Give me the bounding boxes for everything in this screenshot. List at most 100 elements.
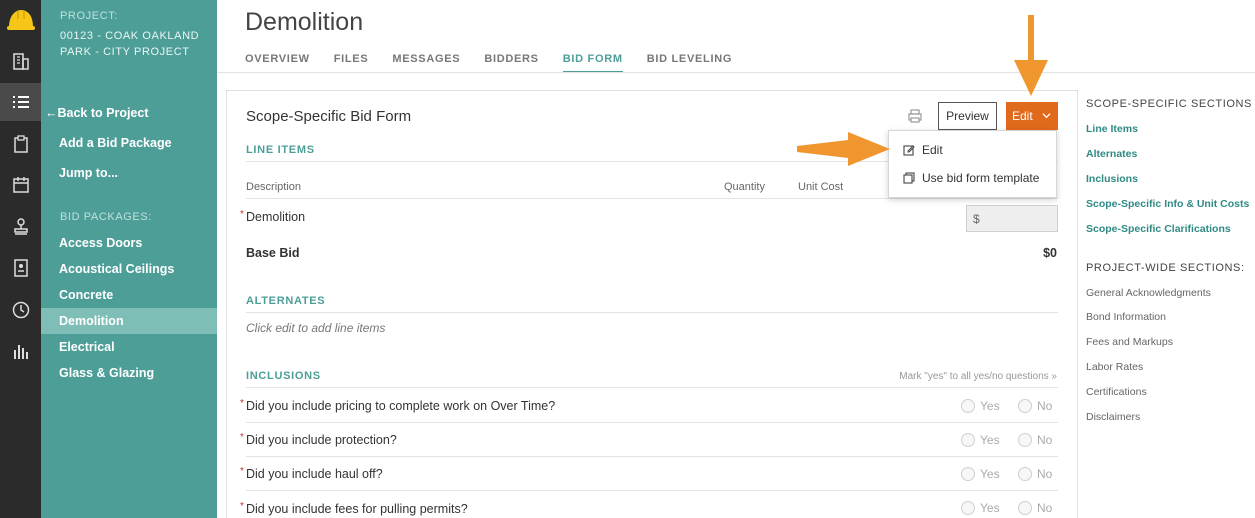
rail-reports[interactable] bbox=[0, 332, 41, 370]
project-name: 00123 - COAK OAKLAND PARK - CITY PROJECT bbox=[60, 30, 200, 58]
no-radio[interactable]: No bbox=[1018, 467, 1052, 481]
preview-button[interactable]: Preview bbox=[938, 102, 997, 130]
yes-radio[interactable]: Yes bbox=[961, 467, 1000, 481]
bid-packages-label: BID PACKAGES: bbox=[60, 211, 152, 223]
base-bid-value: $0 bbox=[1043, 246, 1057, 260]
chevron-down-icon bbox=[1042, 113, 1051, 119]
toc-link-scope-clarifications[interactable]: Scope-Specific Clarifications bbox=[1086, 223, 1231, 235]
rail-approvals[interactable] bbox=[0, 208, 41, 246]
toc-link-scope-info[interactable]: Scope-Specific Info & Unit Costs bbox=[1086, 198, 1249, 210]
mark-all-yes-link[interactable]: Mark "yes" to all yes/no questions » bbox=[899, 371, 1057, 382]
clock-icon bbox=[12, 301, 29, 319]
project-sections-heading: PROJECT-WIDE SECTIONS: bbox=[1086, 262, 1245, 274]
edit-pencil-icon bbox=[903, 145, 915, 156]
back-arrow-icon: ← bbox=[45, 106, 58, 120]
radio-circle bbox=[961, 433, 975, 447]
no-label: No bbox=[1037, 399, 1053, 413]
edit-button-label: Edit bbox=[1012, 109, 1033, 123]
radio-circle bbox=[1018, 501, 1032, 515]
tab-bar: OVERVIEW FILES MESSAGES BIDDERS BID FORM… bbox=[245, 53, 756, 73]
column-divider bbox=[246, 198, 1058, 199]
list-icon bbox=[12, 96, 29, 108]
row-divider bbox=[246, 422, 1058, 423]
menu-item-use-template[interactable]: Use bid form template bbox=[903, 171, 1039, 185]
bid-form-title: Scope-Specific Bid Form bbox=[246, 108, 412, 125]
toc-link-bond-info[interactable]: Bond Information bbox=[1086, 311, 1166, 323]
no-radio[interactable]: No bbox=[1018, 399, 1052, 413]
bid-package-item[interactable]: Acoustical Ceilings bbox=[41, 256, 217, 282]
yes-label: Yes bbox=[980, 501, 1000, 515]
inclusion-question: Did you include protection? bbox=[246, 433, 397, 447]
toc-link-inclusions[interactable]: Inclusions bbox=[1086, 173, 1138, 185]
yes-radio[interactable]: Yes bbox=[961, 501, 1000, 515]
address-book-icon bbox=[13, 259, 28, 277]
yes-label: Yes bbox=[980, 399, 1000, 413]
rail-buildings[interactable] bbox=[0, 42, 41, 80]
copy-template-icon bbox=[903, 172, 915, 184]
bid-package-item[interactable]: Access Doors bbox=[41, 230, 217, 256]
yes-radio[interactable]: Yes bbox=[961, 399, 1000, 413]
tab-overview[interactable]: OVERVIEW bbox=[245, 53, 310, 73]
tab-messages[interactable]: MESSAGES bbox=[392, 53, 460, 73]
rail-clipboard[interactable] bbox=[0, 125, 41, 163]
col-unit-cost: Unit Cost bbox=[798, 181, 844, 193]
unit-cost-input[interactable]: $ bbox=[966, 205, 1058, 232]
building-icon bbox=[12, 53, 29, 70]
line-item-description: Demolition bbox=[246, 210, 306, 224]
section-divider bbox=[246, 387, 1058, 388]
page-title: Demolition bbox=[245, 8, 364, 36]
radio-circle bbox=[1018, 467, 1032, 481]
toc-link-line-items[interactable]: Line Items bbox=[1086, 123, 1138, 135]
toc-link-labor-rates[interactable]: Labor Rates bbox=[1086, 361, 1143, 373]
clipboard-icon bbox=[13, 135, 28, 153]
inclusion-question: Did you include fees for pulling permits… bbox=[246, 502, 468, 516]
alternates-hint: Click edit to add line items bbox=[246, 321, 386, 335]
toc-link-fees-markups[interactable]: Fees and Markups bbox=[1086, 336, 1173, 348]
tab-bid-leveling[interactable]: BID LEVELING bbox=[647, 53, 732, 73]
col-description: Description bbox=[246, 181, 302, 193]
yes-label: Yes bbox=[980, 433, 1000, 447]
add-bid-package-link[interactable]: Add a Bid Package bbox=[59, 136, 172, 150]
radio-circle bbox=[961, 467, 975, 481]
app-root: PROJECT: 00123 - COAK OAKLAND PARK - CIT… bbox=[0, 0, 1255, 518]
tab-bidders[interactable]: BIDDERS bbox=[484, 53, 538, 73]
bid-package-item[interactable]: Concrete bbox=[41, 282, 217, 308]
edit-dropdown-menu: Edit Use bid form template bbox=[888, 130, 1057, 198]
radio-circle bbox=[1018, 433, 1032, 447]
no-label: No bbox=[1037, 433, 1053, 447]
toc-link-general-ack[interactable]: General Acknowledgments bbox=[1086, 287, 1211, 299]
print-icon[interactable] bbox=[907, 108, 923, 124]
tab-files[interactable]: FILES bbox=[334, 53, 369, 73]
rail-calendar[interactable] bbox=[0, 166, 41, 204]
back-to-project-link[interactable]: ←Back to Project bbox=[45, 106, 149, 120]
base-bid-label: Base Bid bbox=[246, 246, 300, 260]
rail-bidding[interactable] bbox=[0, 83, 41, 121]
radio-circle bbox=[961, 399, 975, 413]
bid-package-item[interactable]: Glass & Glazing bbox=[41, 360, 217, 386]
logo-hardhat-icon[interactable] bbox=[6, 7, 35, 33]
col-quantity: Quantity bbox=[724, 181, 765, 193]
row-divider bbox=[246, 490, 1058, 491]
bid-package-item-active[interactable]: Demolition bbox=[41, 308, 217, 334]
toc-link-certifications[interactable]: Certifications bbox=[1086, 386, 1147, 398]
toc-link-disclaimers[interactable]: Disclaimers bbox=[1086, 411, 1140, 423]
no-radio[interactable]: No bbox=[1018, 501, 1052, 515]
bid-package-item[interactable]: Electrical bbox=[41, 334, 217, 360]
back-to-project-label: Back to Project bbox=[57, 106, 149, 120]
jump-to-link[interactable]: Jump to... bbox=[59, 166, 118, 180]
required-marker: * bbox=[240, 432, 244, 443]
no-label: No bbox=[1037, 467, 1053, 481]
required-marker: * bbox=[240, 466, 244, 477]
tab-bid-form[interactable]: BID FORM bbox=[562, 53, 623, 73]
menu-item-edit[interactable]: Edit bbox=[903, 143, 943, 157]
toc-link-alternates[interactable]: Alternates bbox=[1086, 148, 1137, 160]
yes-radio[interactable]: Yes bbox=[961, 433, 1000, 447]
no-radio[interactable]: No bbox=[1018, 433, 1052, 447]
header-divider bbox=[217, 72, 1255, 73]
project-label: PROJECT: bbox=[60, 10, 118, 22]
required-marker: * bbox=[240, 209, 244, 220]
edit-button[interactable]: Edit bbox=[1006, 102, 1058, 130]
rail-schedule[interactable] bbox=[0, 291, 41, 329]
rail-directory[interactable] bbox=[0, 249, 41, 287]
no-label: No bbox=[1037, 501, 1053, 515]
